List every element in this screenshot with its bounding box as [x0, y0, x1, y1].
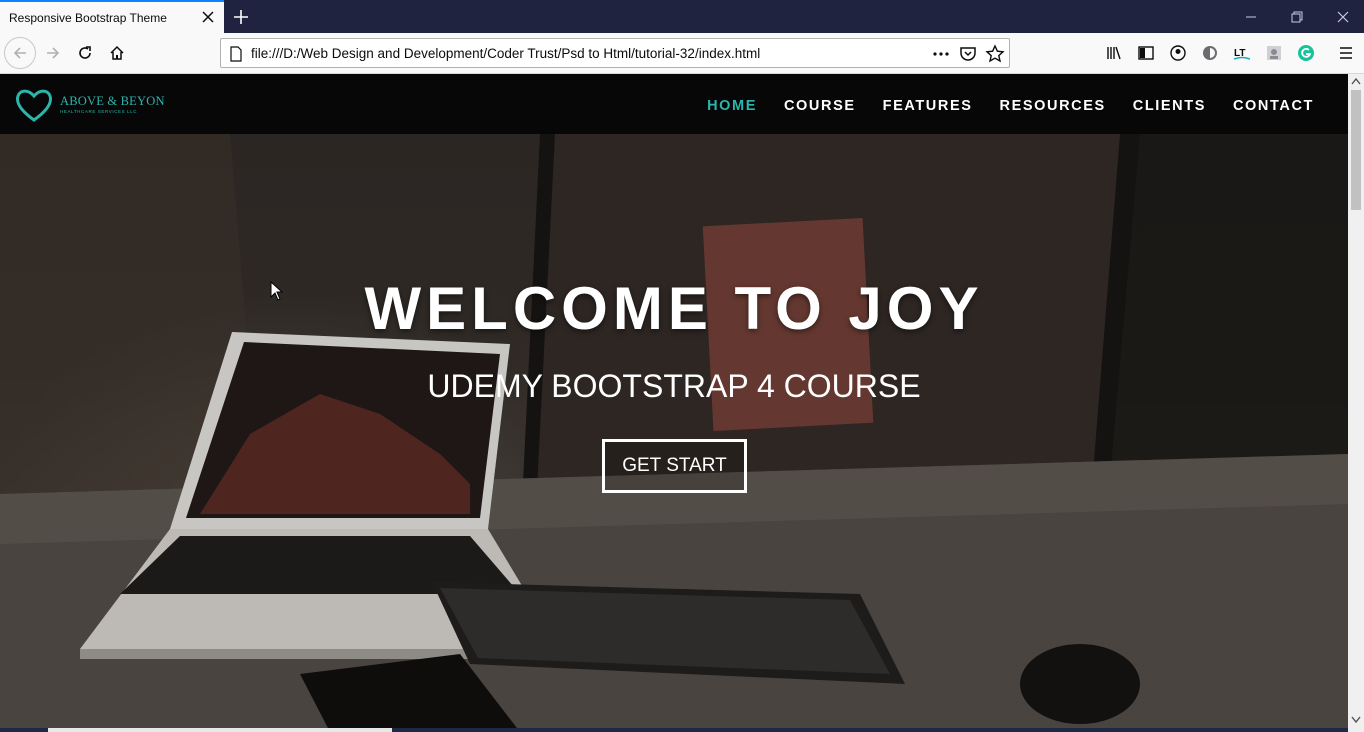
nav-features[interactable]: FEATURES — [883, 98, 973, 114]
photo-extension-button[interactable] — [1262, 41, 1286, 65]
forward-arrow-icon — [47, 47, 60, 59]
heart-logo-icon — [16, 89, 52, 122]
scroll-up-icon[interactable] — [1351, 77, 1361, 85]
page-scrollbar[interactable] — [1348, 74, 1364, 732]
sidebar-button[interactable] — [1134, 41, 1158, 65]
tab-title: Responsive Bootstrap Theme — [9, 11, 167, 25]
pocket-icon[interactable] — [958, 44, 978, 64]
hero-title: WELCOME TO JOY — [364, 275, 984, 342]
mouse-cursor-icon — [270, 281, 284, 301]
account-icon — [1170, 45, 1186, 61]
close-window-icon[interactable] — [1334, 8, 1352, 26]
scroll-down-icon[interactable] — [1351, 716, 1361, 724]
close-tab-icon[interactable] — [200, 9, 216, 25]
nav-contact[interactable]: CONTACT — [1233, 98, 1314, 114]
new-tab-icon[interactable] — [232, 8, 250, 26]
url-bar[interactable]: file:///D:/Web Design and Development/Co… — [220, 38, 1010, 68]
restore-icon[interactable] — [1288, 8, 1306, 26]
hero-subtitle: UDEMY BOOTSTRAP 4 COURSE — [427, 368, 921, 404]
account-button[interactable] — [1166, 41, 1190, 65]
back-button[interactable] — [4, 37, 36, 69]
nav-resources[interactable]: RESOURCES — [1000, 98, 1106, 114]
get-start-button[interactable]: GET START — [602, 439, 747, 493]
browser-toolbar: file:///D:/Web Design and Development/Co… — [0, 33, 1364, 74]
browser-tab[interactable]: Responsive Bootstrap Theme — [0, 0, 224, 33]
logo-text: ABOVE & BEYON — [60, 94, 165, 108]
bookmark-star-icon[interactable] — [985, 44, 1005, 64]
nav-clients[interactable]: CLIENTS — [1133, 98, 1206, 114]
photo-extension-icon — [1267, 46, 1281, 60]
page-icon — [230, 46, 242, 62]
site-navbar: ABOVE & BEYON HEALTHCARE SERVICES LLC HO… — [0, 74, 1348, 134]
nav-course[interactable]: COURSE — [784, 98, 856, 114]
languagetool-button[interactable]: LT — [1230, 41, 1254, 65]
nav-home[interactable]: HOME — [707, 98, 757, 114]
reload-icon — [79, 46, 91, 59]
library-button[interactable] — [1102, 41, 1126, 65]
library-icon — [1107, 46, 1121, 60]
main-menu: HOME COURSE FEATURES RESOURCES CLIENTS C… — [680, 98, 1314, 114]
logo-subtext: HEALTHCARE SERVICES LLC — [60, 109, 138, 114]
site-logo[interactable]: ABOVE & BEYON HEALTHCARE SERVICES LLC — [14, 86, 174, 126]
home-icon — [110, 45, 124, 60]
scroll-thumb[interactable] — [1351, 90, 1361, 210]
extension-icon — [1203, 46, 1217, 60]
back-arrow-icon — [13, 47, 26, 59]
home-button[interactable] — [105, 41, 129, 65]
url-text: file:///D:/Web Design and Development/Co… — [251, 46, 761, 61]
grammarly-icon — [1298, 45, 1314, 61]
browser-titlebar: Responsive Bootstrap Theme — [0, 0, 1364, 33]
languagetool-icon: LT — [1233, 48, 1251, 60]
forward-button[interactable] — [41, 41, 65, 65]
web-page: ABOVE & BEYON HEALTHCARE SERVICES LLC HO… — [0, 74, 1348, 732]
extension-dark-button[interactable] — [1198, 41, 1222, 65]
menu-button[interactable] — [1334, 41, 1358, 65]
minimize-icon[interactable] — [1242, 8, 1260, 26]
hamburger-icon — [1340, 47, 1352, 59]
more-actions-icon[interactable] — [931, 44, 951, 64]
grammarly-button[interactable] — [1294, 41, 1318, 65]
taskbar-strip-light — [48, 728, 392, 732]
sidebar-icon — [1138, 46, 1154, 60]
reload-button[interactable] — [73, 41, 97, 65]
